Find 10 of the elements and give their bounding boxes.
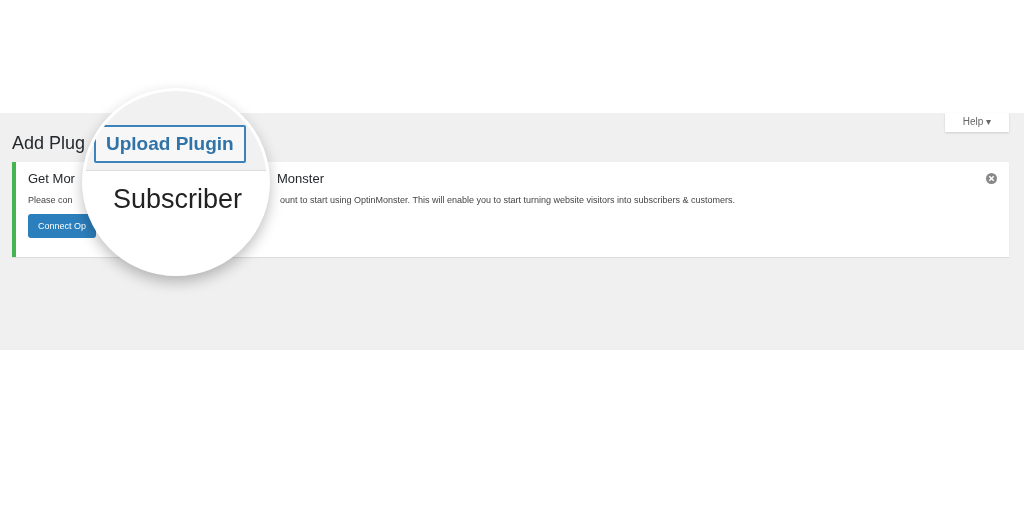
page-heading: Add Plug	[12, 132, 86, 154]
connect-button[interactable]: Connect Op	[28, 214, 97, 238]
notice-title: Get Mor	[28, 170, 75, 188]
notice-description: ount to start using OptinMonster. This will enable you to start turning website visitors into subscribers & customers.	[280, 194, 736, 206]
magnified-text: Subscriber	[112, 183, 244, 215]
notice-title: Monster	[277, 170, 324, 188]
close-icon[interactable]	[986, 173, 997, 184]
help-button[interactable]: Help ▾	[945, 113, 1009, 132]
upload-plugin-button[interactable]: Upload Plugin	[94, 125, 246, 163]
notice-description: Please con	[28, 195, 73, 205]
